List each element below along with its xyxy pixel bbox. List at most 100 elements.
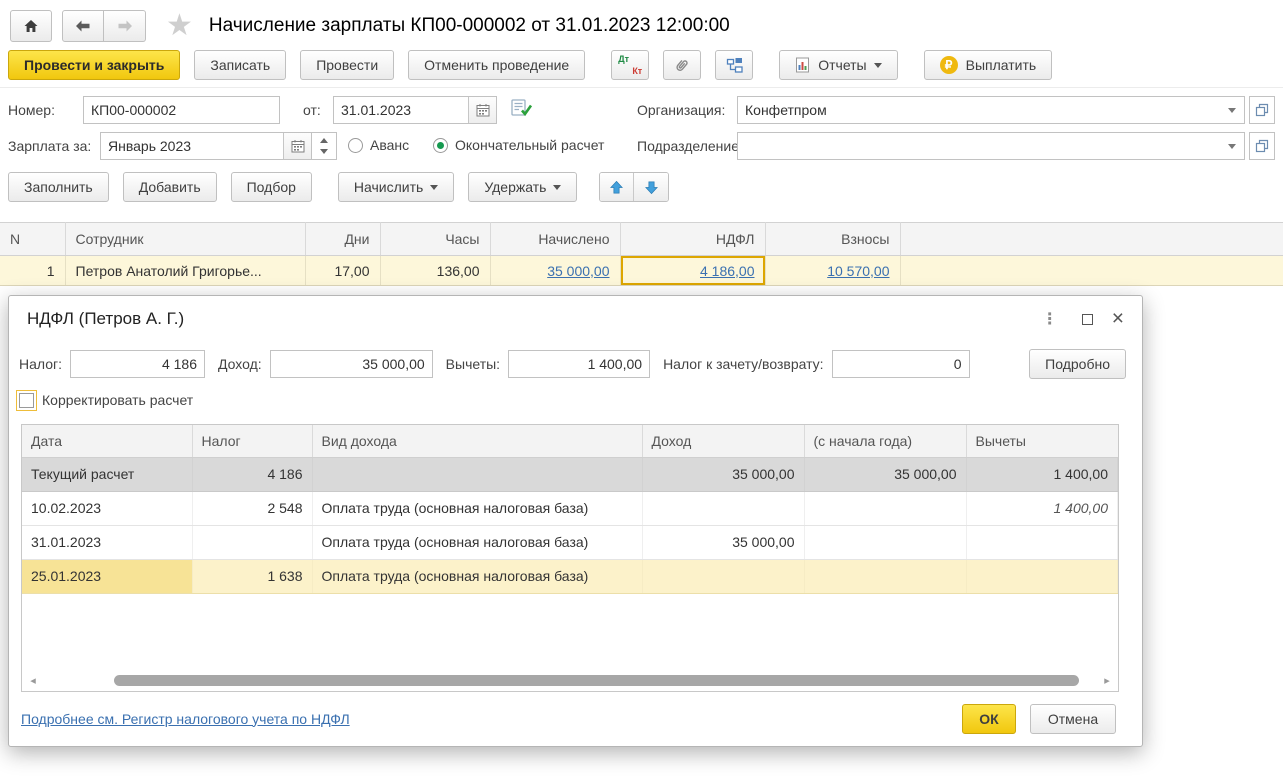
scrollbar-thumb[interactable] <box>114 675 1079 686</box>
ndfl-cell[interactable]: 4 186,00 <box>620 256 765 286</box>
scroll-left-icon[interactable]: ◂ <box>26 674 40 687</box>
accrue-button[interactable]: Начислить <box>338 172 454 202</box>
col-header-ndfl[interactable]: НДФЛ <box>620 223 765 256</box>
details-button[interactable]: Подробно <box>1029 349 1126 379</box>
table-row[interactable]: 31.01.2023 Оплата труда (основная налого… <box>22 525 1118 559</box>
income-type-cell[interactable]: Оплата труда (основная налоговая база) <box>312 491 642 525</box>
tax-input[interactable] <box>71 351 204 377</box>
ytd-income-cell[interactable] <box>804 559 966 593</box>
ok-button[interactable]: ОК <box>962 704 1016 734</box>
more-actions-icon[interactable]: ⋮ <box>1036 309 1065 329</box>
tax-offset-input[interactable] <box>833 351 969 377</box>
period-calendar-button[interactable] <box>283 133 311 159</box>
col-header-ytd[interactable]: (с начала года) <box>804 425 966 457</box>
col-header-deductions[interactable]: Вычеты <box>966 425 1118 457</box>
back-button[interactable] <box>62 10 104 42</box>
date-cell[interactable]: 31.01.2023 <box>22 525 192 559</box>
cancel-button[interactable]: Отмена <box>1030 704 1116 734</box>
number-input[interactable] <box>84 97 279 123</box>
organization-input[interactable] <box>738 97 1226 123</box>
col-header-contributions[interactable]: Взносы <box>765 223 900 256</box>
department-input[interactable] <box>738 133 1226 159</box>
income-cell[interactable]: 35 000,00 <box>642 457 804 491</box>
ytd-income-cell[interactable] <box>804 525 966 559</box>
income-type-cell[interactable]: Оплата труда (основная налоговая база) <box>312 525 642 559</box>
deductions-cell[interactable]: 1 400,00 <box>966 457 1118 491</box>
col-header-hours[interactable]: Часы <box>380 223 490 256</box>
date-cell[interactable]: 10.02.2023 <box>22 491 192 525</box>
add-button[interactable]: Добавить <box>123 172 217 202</box>
spinner-down-icon[interactable] <box>311 146 336 159</box>
days-cell[interactable]: 17,00 <box>305 256 380 286</box>
deductions-cell[interactable] <box>966 559 1118 593</box>
accrued-link[interactable]: 35 000,00 <box>547 263 609 279</box>
advance-radio[interactable]: Аванс <box>348 137 409 153</box>
move-down-button[interactable] <box>634 173 668 201</box>
contributions-link[interactable]: 10 570,00 <box>827 263 889 279</box>
col-header-tax[interactable]: Налог <box>192 425 312 457</box>
post-and-close-button[interactable]: Провести и закрыть <box>8 50 180 80</box>
spinner-up-icon[interactable] <box>311 133 336 146</box>
hours-cell[interactable]: 136,00 <box>380 256 490 286</box>
table-row[interactable]: 10.02.2023 2 548 Оплата труда (основная … <box>22 491 1118 525</box>
accrued-cell[interactable]: 35 000,00 <box>490 256 620 286</box>
period-spinner[interactable] <box>311 132 337 160</box>
col-header-days[interactable]: Дни <box>305 223 380 256</box>
income-type-cell[interactable]: Оплата труда (основная налоговая база) <box>312 559 642 593</box>
table-row-current-calculation[interactable]: Текущий расчет 4 186 35 000,00 35 000,00… <box>22 457 1118 491</box>
income-input[interactable] <box>271 351 432 377</box>
deductions-cell[interactable] <box>966 525 1118 559</box>
withhold-button[interactable]: Удержать <box>468 172 577 202</box>
tax-cell[interactable] <box>192 525 312 559</box>
write-button[interactable]: Записать <box>194 50 286 80</box>
col-header-accrued[interactable]: Начислено <box>490 223 620 256</box>
income-cell[interactable] <box>642 559 804 593</box>
checkbox-icon[interactable] <box>19 393 34 408</box>
debit-credit-button[interactable]: ДтКт <box>611 50 649 80</box>
pay-button[interactable]: ₽ Выплатить <box>924 50 1053 80</box>
date-cell[interactable]: 25.01.2023 <box>22 559 192 593</box>
ndfl-link[interactable]: 4 186,00 <box>700 263 755 279</box>
reports-button[interactable]: Отчеты <box>779 50 897 80</box>
income-cell[interactable]: 35 000,00 <box>642 525 804 559</box>
deductions-input[interactable] <box>509 351 649 377</box>
col-header-n[interactable]: N <box>0 223 65 256</box>
income-type-cell[interactable] <box>312 457 642 491</box>
scroll-right-icon[interactable]: ▸ <box>1100 674 1114 687</box>
attachments-button[interactable] <box>663 50 701 80</box>
date-input[interactable] <box>334 97 468 123</box>
tax-cell[interactable]: 1 638 <box>192 559 312 593</box>
calendar-button[interactable] <box>468 97 496 123</box>
col-header-income[interactable]: Доход <box>642 425 804 457</box>
fill-button[interactable]: Заполнить <box>8 172 109 202</box>
ytd-income-cell[interactable]: 35 000,00 <box>804 457 966 491</box>
col-header-employee[interactable]: Сотрудник <box>65 223 305 256</box>
organization-open-button[interactable] <box>1249 96 1275 124</box>
deductions-cell[interactable]: 1 400,00 <box>966 491 1118 525</box>
home-button[interactable] <box>10 10 52 42</box>
salary-period-input[interactable] <box>101 133 283 159</box>
final-settlement-radio[interactable]: Окончательный расчет <box>433 137 604 153</box>
horizontal-scrollbar[interactable]: ◂ ▸ <box>26 673 1114 688</box>
ytd-income-cell[interactable] <box>804 491 966 525</box>
col-header-income-type[interactable]: Вид дохода <box>312 425 642 457</box>
scrollbar-track[interactable] <box>40 675 1100 686</box>
adjust-calculation-checkbox-row[interactable]: Корректировать расчет <box>19 392 193 408</box>
cancel-posting-button[interactable]: Отменить проведение <box>408 50 585 80</box>
ndfl-register-link[interactable]: Подробнее см. Регистр налогового учета п… <box>21 711 350 727</box>
post-button[interactable]: Провести <box>300 50 394 80</box>
contributions-cell[interactable]: 10 570,00 <box>765 256 900 286</box>
close-icon[interactable]: × <box>1110 309 1126 329</box>
tax-cell[interactable]: 2 548 <box>192 491 312 525</box>
table-row-selected[interactable]: 25.01.2023 1 638 Оплата труда (основная … <box>22 559 1118 593</box>
department-open-button[interactable] <box>1249 132 1275 160</box>
favorite-star-icon[interactable]: ★ <box>166 11 193 41</box>
organization-dropdown-icon[interactable] <box>1228 108 1236 117</box>
employee-row[interactable]: 1 Петров Анатолий Григорье... 17,00 136,… <box>0 256 1283 286</box>
employee-name-cell[interactable]: Петров Анатолий Григорье... <box>65 256 305 286</box>
tax-cell[interactable]: 4 186 <box>192 457 312 491</box>
move-up-button[interactable] <box>600 173 634 201</box>
maximize-icon[interactable] <box>1082 314 1093 325</box>
forward-button[interactable] <box>104 10 146 42</box>
document-structure-button[interactable] <box>715 50 753 80</box>
